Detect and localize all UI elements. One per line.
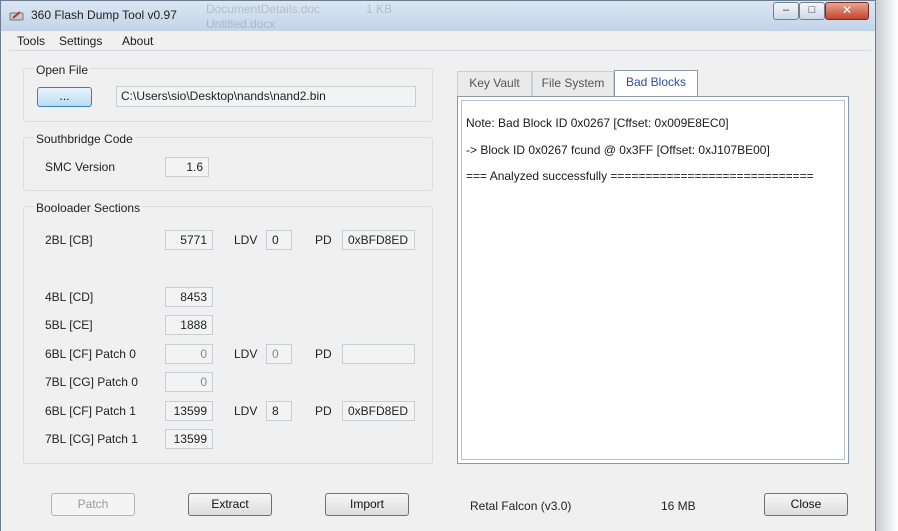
import-button[interactable]: Import [325, 493, 409, 516]
patch-button[interactable]: Patch [51, 493, 135, 516]
main-window: DocumentDetails.doc Untitled.docx 1 KB 3… [0, 0, 876, 531]
cf1-ldv-value: 8 [266, 401, 292, 421]
cf0-label: 6BL [CF] Patch 0 [45, 347, 136, 361]
cb-pd-value: 0xBFD8ED [342, 230, 415, 250]
background-window-text: 1 KB [366, 2, 393, 16]
file-path-field[interactable]: C:\Users\sio\Desktop\nands\nand2.bin [116, 86, 416, 107]
menu-bar: Tools Settings About [9, 31, 871, 51]
window-title: 360 Flash Dump Tool v0.97 [31, 8, 177, 22]
extract-button[interactable]: Extract [188, 493, 272, 516]
cf0-pd-value [342, 344, 415, 364]
tab-key-vault[interactable]: Key Vault [457, 71, 532, 97]
window-shadow [876, 0, 898, 531]
cg0-label: 7BL [CG] Patch 0 [45, 375, 138, 389]
close-button[interactable]: Close [764, 493, 848, 516]
title-bar[interactable]: DocumentDetails.doc Untitled.docx 1 KB 3… [1, 1, 875, 31]
browse-button[interactable]: ... [37, 87, 92, 107]
cb-ldv-value: 0 [266, 230, 292, 250]
background-window-text: Untitled.docx [206, 17, 276, 31]
log-line: Note: Bad Block ID 0x0267 [Cffset: 0x009… [466, 116, 729, 130]
smc-version-value: 1.6 [165, 157, 209, 177]
app-icon [9, 11, 24, 21]
cb-ldv-label: LDV [234, 233, 258, 247]
log-output[interactable]: Note: Bad Block ID 0x0267 [Cffset: 0x009… [461, 100, 845, 460]
cb-label: 2BL [CB] [45, 233, 93, 247]
cf1-ldv-label: LDV [234, 404, 258, 418]
cd-label: 4BL [CD] [45, 290, 94, 304]
tab-file-system[interactable]: File System [532, 71, 614, 97]
maximize-icon[interactable]: □ [799, 2, 825, 20]
cd-value: 8453 [165, 287, 213, 307]
menu-settings[interactable]: Settings [59, 34, 102, 48]
close-window-icon[interactable]: ✕ [825, 2, 869, 20]
minimize-icon[interactable]: ‒ [773, 2, 799, 20]
menu-tools[interactable]: Tools [17, 34, 45, 48]
ce-value: 1888 [165, 315, 213, 335]
background-window-text: DocumentDetails.doc [206, 2, 321, 16]
cf0-ldv-value: 0 [266, 344, 292, 364]
bad-blocks-panel: Note: Bad Block ID 0x0267 [Cffset: 0x009… [457, 96, 849, 464]
cf0-ldv-label: LDV [234, 347, 258, 361]
cf1-pd-label: PD [315, 404, 332, 418]
cb-pd-label: PD [315, 233, 332, 247]
cg1-label: 7BL [CG] Patch 1 [45, 432, 138, 446]
cg0-value: 0 [165, 372, 213, 392]
menu-about[interactable]: About [122, 34, 153, 48]
log-line: === Analyzed successfully ==============… [466, 169, 814, 183]
cf1-label: 6BL [CF] Patch 1 [45, 404, 136, 418]
open-file-label: Open File [34, 63, 91, 77]
cf0-pd-label: PD [315, 347, 332, 361]
console-info: Retal Falcon (v3.0) [470, 499, 572, 513]
bootloader-label: Booloader Sections [34, 201, 143, 215]
smc-version-label: SMC Version [45, 160, 116, 174]
southbridge-label: Southbridge Code [34, 132, 135, 146]
log-line: -> Block ID 0x0267 fcund @ 0x3FF [Offset… [466, 143, 770, 157]
cg1-value: 13599 [165, 429, 213, 449]
cb-value: 5771 [165, 230, 213, 250]
nand-size: 16 MB [661, 499, 696, 513]
cf1-value: 13599 [165, 401, 213, 421]
ce-label: 5BL [CE] [45, 318, 93, 332]
tab-bad-blocks[interactable]: Bad Blocks [614, 70, 698, 97]
cf1-pd-value: 0xBFD8ED [342, 401, 415, 421]
cf0-value: 0 [165, 344, 213, 364]
